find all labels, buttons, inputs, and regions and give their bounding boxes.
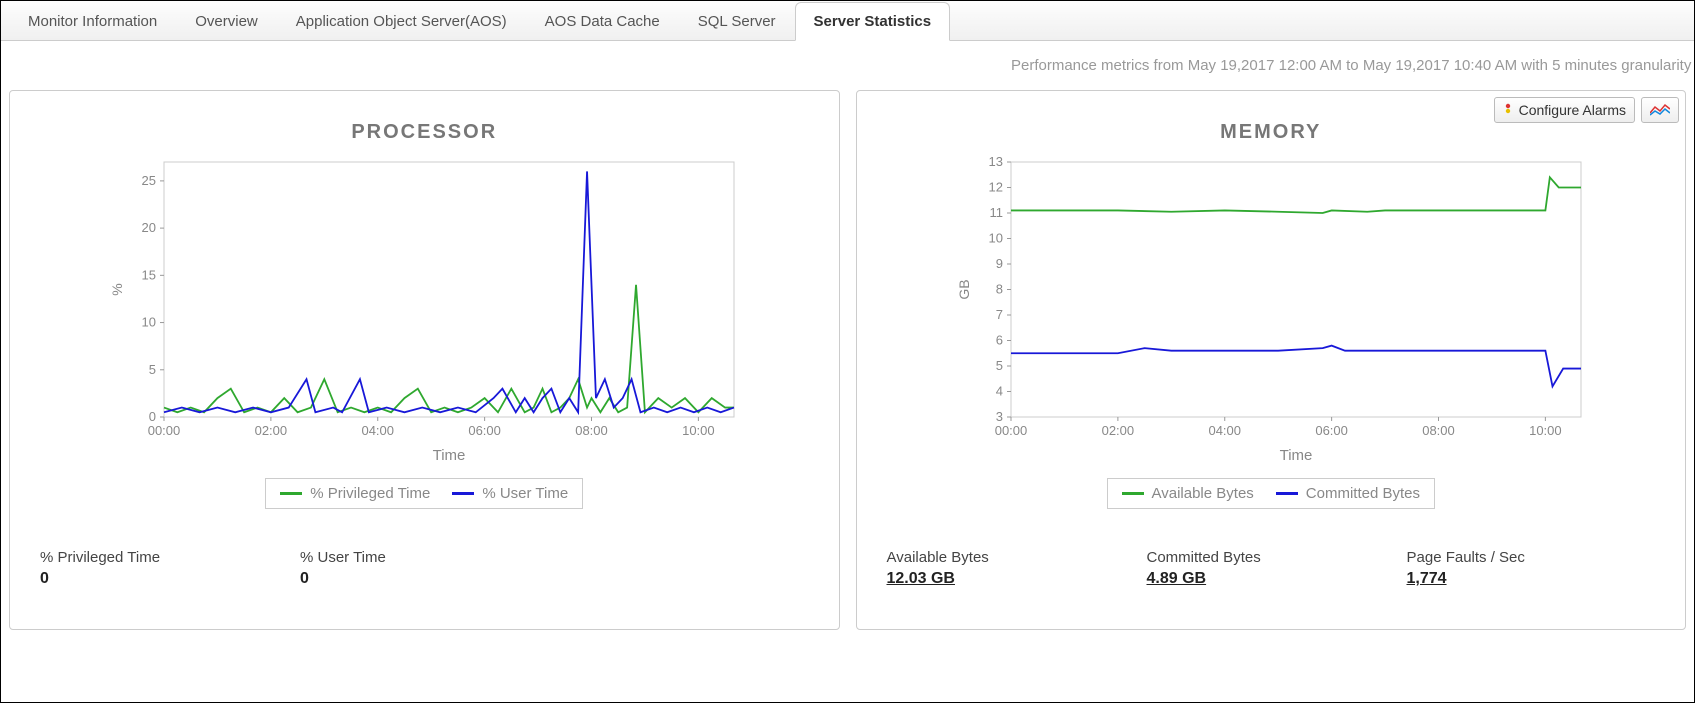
processor-panel: PROCESSOR 0 5 10 15 20 25 00:00 02:00 04:00 06:00…	[9, 90, 840, 630]
svg-text:Time: Time	[433, 447, 466, 464]
tab-sql-server[interactable]: SQL Server	[679, 2, 795, 41]
svg-text:00:00: 00:00	[148, 423, 181, 438]
tab-server-statistics[interactable]: Server Statistics	[795, 2, 951, 41]
svg-text:00:00: 00:00	[994, 423, 1027, 438]
svg-text:10:00: 10:00	[1529, 423, 1562, 438]
memory-stats: Available Bytes 12.03 GB Committed Bytes…	[873, 549, 1670, 588]
svg-text:02:00: 02:00	[255, 423, 288, 438]
stat-value-pagefaults[interactable]: 1,774	[1407, 570, 1607, 588]
tab-overview[interactable]: Overview	[176, 2, 277, 41]
stat-label-user: % User Time	[300, 549, 500, 566]
svg-text:8: 8	[996, 282, 1003, 297]
svg-text:08:00: 08:00	[1422, 423, 1455, 438]
svg-text:10: 10	[142, 315, 156, 330]
svg-text:12: 12	[988, 180, 1002, 195]
memory-chart: 3 4 5 6 7 8 9 10 11 12 13 00:00 02:00 04:00 06:00 08:00…	[951, 152, 1591, 472]
legend-available-bytes[interactable]: Available Bytes	[1122, 485, 1254, 502]
svg-text:5: 5	[996, 358, 1003, 373]
processor-stats: % Privileged Time 0 % User Time 0	[26, 549, 823, 588]
svg-text:04:00: 04:00	[362, 423, 395, 438]
memory-panel: Configure Alarms MEMORY 3 4 5 6 7 8 9 10 11 12 13 0…	[856, 90, 1687, 630]
performance-info-text: Performance metrics from May 19,2017 12:…	[1, 41, 1694, 90]
svg-text:25: 25	[142, 173, 156, 188]
svg-text:3: 3	[996, 409, 1003, 424]
svg-text:6: 6	[996, 333, 1003, 348]
svg-text:%: %	[109, 283, 125, 295]
processor-chart: 0 5 10 15 20 25 00:00 02:00 04:00 06:00 08:00 10:00…	[104, 152, 744, 472]
stat-label-committed: Committed Bytes	[1147, 549, 1347, 566]
configure-alarms-button[interactable]: Configure Alarms	[1494, 97, 1635, 123]
stat-value-committed[interactable]: 4.89 GB	[1147, 570, 1347, 588]
stat-label-privileged: % Privileged Time	[40, 549, 240, 566]
legend-privileged-time[interactable]: % Privileged Time	[280, 485, 430, 502]
svg-text:08:00: 08:00	[575, 423, 608, 438]
memory-legend: Available Bytes Committed Bytes	[873, 478, 1670, 509]
stat-value-user: 0	[300, 570, 500, 588]
svg-text:06:00: 06:00	[469, 423, 502, 438]
svg-text:Time: Time	[1279, 447, 1312, 464]
svg-text:11: 11	[989, 205, 1003, 220]
stat-value-privileged: 0	[40, 570, 240, 588]
svg-text:06:00: 06:00	[1315, 423, 1348, 438]
processor-title: PROCESSOR	[26, 121, 823, 144]
svg-text:4: 4	[996, 384, 1003, 399]
svg-text:15: 15	[142, 267, 156, 282]
svg-text:9: 9	[996, 256, 1003, 271]
tabs-bar: Monitor Information Overview Application…	[1, 1, 1694, 41]
chart-icon	[1650, 103, 1670, 117]
stat-label-pagefaults: Page Faults / Sec	[1407, 549, 1607, 566]
memory-title: MEMORY	[873, 121, 1670, 144]
tab-aos-data-cache[interactable]: AOS Data Cache	[526, 2, 679, 41]
legend-committed-bytes[interactable]: Committed Bytes	[1276, 485, 1420, 502]
stat-value-available[interactable]: 12.03 GB	[887, 570, 1087, 588]
traffic-light-icon	[1503, 103, 1513, 117]
chart-view-button[interactable]	[1641, 97, 1679, 123]
svg-text:04:00: 04:00	[1208, 423, 1241, 438]
tab-monitor-information[interactable]: Monitor Information	[9, 2, 176, 41]
tab-aos[interactable]: Application Object Server(AOS)	[277, 2, 526, 41]
svg-text:7: 7	[996, 307, 1003, 322]
svg-text:20: 20	[142, 220, 156, 235]
svg-text:0: 0	[149, 409, 156, 424]
svg-text:13: 13	[988, 154, 1002, 169]
svg-text:10: 10	[988, 231, 1002, 246]
processor-legend: % Privileged Time % User Time	[26, 478, 823, 509]
svg-text:02:00: 02:00	[1101, 423, 1134, 438]
legend-user-time[interactable]: % User Time	[452, 485, 568, 502]
stat-label-available: Available Bytes	[887, 549, 1087, 566]
svg-text:5: 5	[149, 362, 156, 377]
svg-text:10:00: 10:00	[682, 423, 715, 438]
svg-text:GB: GB	[956, 279, 972, 299]
